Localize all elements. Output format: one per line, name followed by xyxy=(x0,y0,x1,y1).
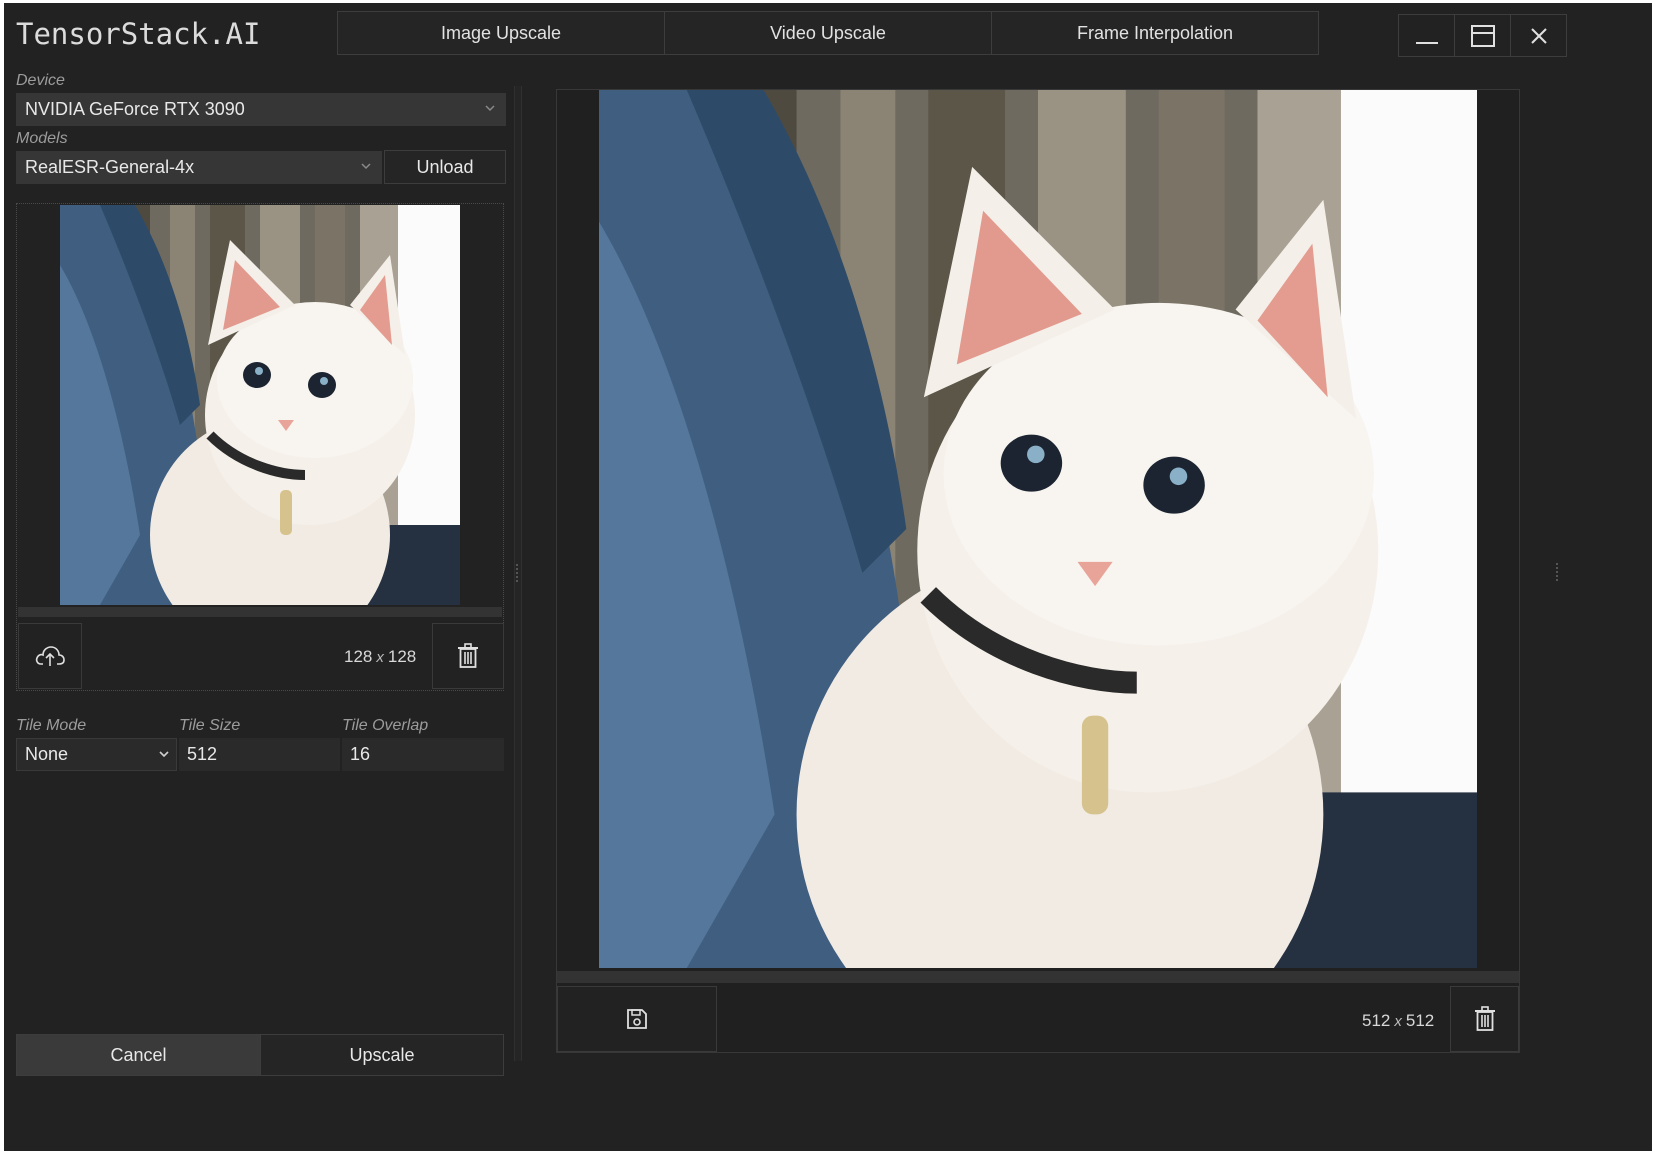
dimensions-separator: x xyxy=(1394,1013,1402,1030)
model-select-value: RealESR-General-4x xyxy=(25,157,195,177)
upload-cloud-icon xyxy=(35,646,65,666)
chevron-down-icon xyxy=(485,105,495,112)
input-image-scrollbar[interactable] xyxy=(18,607,502,617)
tab-image-upscale[interactable]: Image Upscale xyxy=(337,11,665,55)
splitter-grip xyxy=(516,564,519,582)
device-label: Device xyxy=(16,72,65,89)
cancel-button[interactable]: Cancel xyxy=(16,1034,261,1076)
device-select-value: NVIDIA GeForce RTX 3090 xyxy=(25,99,245,119)
output-width: 512 xyxy=(1362,1011,1391,1030)
device-select[interactable]: NVIDIA GeForce RTX 3090 xyxy=(16,93,506,126)
models-label: Models xyxy=(16,130,68,147)
save-icon xyxy=(627,1009,647,1029)
close-button[interactable] xyxy=(1510,14,1567,57)
delete-input-button[interactable] xyxy=(432,623,504,689)
app-window: TensorStack.AI Image Upscale Video Upsca… xyxy=(4,3,1652,1151)
output-dimensions: 512 x 512 xyxy=(1362,1011,1434,1031)
tile-overlap-input[interactable]: 16 xyxy=(342,738,504,771)
tile-size-input[interactable]: 512 xyxy=(179,738,340,771)
minimize-icon xyxy=(1415,41,1438,44)
input-width: 128 xyxy=(344,647,373,666)
right-edge-grip[interactable] xyxy=(1556,563,1559,581)
tab-frame-interpolation[interactable]: Frame Interpolation xyxy=(991,11,1319,55)
maximize-button[interactable] xyxy=(1454,14,1511,57)
trash-icon xyxy=(1474,1006,1495,1031)
model-select[interactable]: RealESR-General-4x xyxy=(16,151,382,184)
input-height: 128 xyxy=(387,647,417,666)
save-button[interactable] xyxy=(557,986,717,1052)
minimize-button[interactable] xyxy=(1398,14,1455,57)
trash-icon xyxy=(458,643,478,668)
tile-mode-label: Tile Mode xyxy=(16,717,87,734)
mode-tabs: Image Upscale Video Upscale Frame Interp… xyxy=(337,11,1319,55)
unload-button[interactable]: Unload xyxy=(384,150,506,184)
maximize-icon xyxy=(1470,24,1495,47)
app-title: TensorStack.AI xyxy=(16,17,261,51)
panel-splitter[interactable] xyxy=(514,86,522,1061)
tile-mode-select[interactable]: None xyxy=(16,738,177,771)
chevron-down-icon xyxy=(159,751,169,758)
output-image[interactable] xyxy=(599,90,1477,968)
delete-output-button[interactable] xyxy=(1450,986,1519,1052)
chevron-down-icon xyxy=(361,163,371,170)
close-icon xyxy=(1530,27,1547,44)
output-image-scrollbar[interactable] xyxy=(557,971,1519,983)
input-image[interactable] xyxy=(60,205,460,605)
tile-mode-value: None xyxy=(25,744,69,764)
input-dimensions: 128 x 128 xyxy=(344,647,416,667)
tile-overlap-label: Tile Overlap xyxy=(342,717,429,734)
dimensions-separator: x xyxy=(376,649,384,666)
output-height: 512 xyxy=(1405,1011,1435,1030)
tile-size-label: Tile Size xyxy=(179,717,241,734)
upscale-button[interactable]: Upscale xyxy=(260,1034,504,1076)
tab-video-upscale[interactable]: Video Upscale xyxy=(664,11,992,55)
upload-button[interactable] xyxy=(18,623,82,689)
